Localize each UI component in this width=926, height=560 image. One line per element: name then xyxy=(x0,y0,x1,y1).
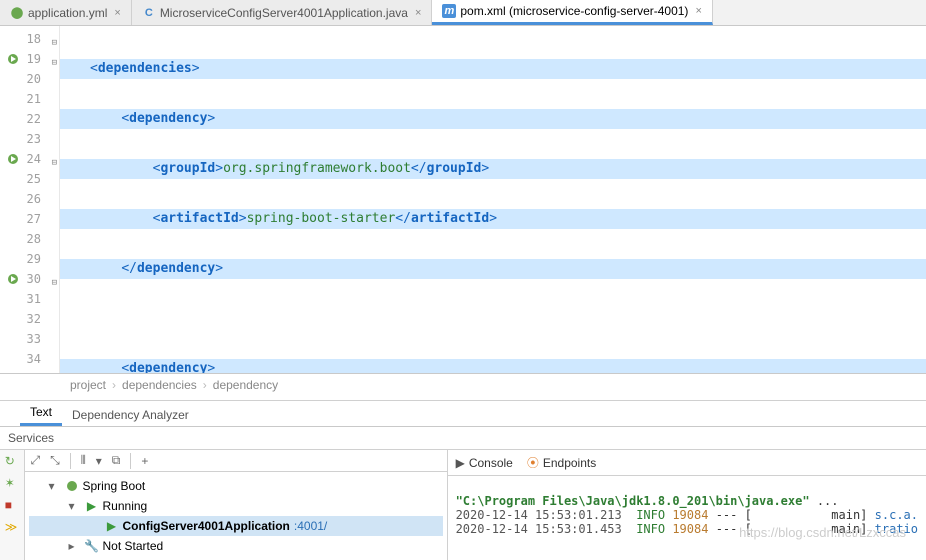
services-toolbar: ⤢ ⤡ ⫴ ▾ ⧉ + xyxy=(25,450,447,472)
endpoints-icon: ⦿ xyxy=(527,454,539,471)
tree-row-notstarted[interactable]: ▸ 🔧 Not Started xyxy=(29,536,443,556)
breadcrumb-item[interactable]: project xyxy=(70,378,106,392)
gutter: 18⊟ 19⊟ 20 21 22 23 24⊟ 25 26 27 28 29 3… xyxy=(0,26,60,373)
tab-endpoints[interactable]: ⦿ Endpoints xyxy=(527,454,596,471)
services-panel: Services ↻ ✶ ■ ≫ ⤢ ⤡ ⫴ ▾ ⧉ + ▾ xyxy=(0,427,926,560)
tab-application-yml[interactable]: ⬤ application.yml × xyxy=(0,0,132,25)
rerun-icon[interactable]: ↻ xyxy=(5,454,19,468)
gutter-line: 19⊟ xyxy=(0,49,59,69)
chevron-down-icon[interactable]: ▾ xyxy=(49,479,61,493)
close-icon[interactable]: × xyxy=(114,7,120,19)
gutter-line: 34 xyxy=(0,349,59,369)
breadcrumb-item[interactable]: dependencies xyxy=(122,378,197,392)
stop-icon[interactable]: ■ xyxy=(5,498,19,512)
spring-boot-icon xyxy=(65,480,79,492)
tree-row-app[interactable]: ▶ ConfigServer4001Application :4001/ xyxy=(29,516,443,536)
tab-console[interactable]: ▶ Console xyxy=(456,456,513,470)
breadcrumb[interactable]: project›dependencies›dependency xyxy=(0,374,926,401)
gutter-line: 18⊟ xyxy=(0,29,59,49)
editor-tabs-bar: ⬤ application.yml × C MicroserviceConfig… xyxy=(0,0,926,26)
gutter-line: 31 xyxy=(0,289,59,309)
tree-row-springboot[interactable]: ▾ Spring Boot xyxy=(29,476,443,496)
gutter-line: 29 xyxy=(0,249,59,269)
gutter-line: 32 xyxy=(0,309,59,329)
code-editor[interactable]: <dependencies> <dependency> <groupId>org… xyxy=(60,26,926,373)
port-link[interactable]: :4001/ xyxy=(294,519,327,533)
fold-icon[interactable]: ⊟ xyxy=(47,33,57,43)
tab-text[interactable]: Text xyxy=(20,401,62,426)
gutter-line: 33 xyxy=(0,329,59,349)
chevron-right-icon[interactable]: ▸ xyxy=(69,539,81,553)
services-tree-area: ⤢ ⤡ ⫴ ▾ ⧉ + ▾ Spring Boot ▾ ▶ Running xyxy=(25,450,448,560)
play-icon: ▶ xyxy=(105,519,119,533)
chevron-down-icon[interactable]: ▾ xyxy=(69,499,81,513)
gutter-line: 25 xyxy=(0,169,59,189)
expand-icon[interactable]: ⤢ xyxy=(31,453,41,468)
add-icon[interactable]: + xyxy=(141,454,148,468)
fold-icon[interactable]: ⊟ xyxy=(47,153,57,163)
editor-area: 18⊟ 19⊟ 20 21 22 23 24⊟ 25 26 27 28 29 3… xyxy=(0,26,926,374)
gutter-line: 20 xyxy=(0,69,59,89)
tab-label: application.yml xyxy=(28,6,107,20)
services-title: Services xyxy=(0,427,926,450)
gutter-line: 27 xyxy=(0,209,59,229)
filter-icon[interactable]: ▾ xyxy=(96,454,102,468)
play-icon: ▶ xyxy=(456,456,465,470)
tag-icon[interactable]: ⧉ xyxy=(112,453,121,468)
services-right-tabs: ▶ Console ⦿ Endpoints xyxy=(448,450,926,476)
java-class-icon: C xyxy=(142,6,156,20)
tab-label: pom.xml (microservice-config-server-4001… xyxy=(460,4,688,18)
tab-pom-xml[interactable]: m pom.xml (microservice-config-server-40… xyxy=(432,0,713,25)
more-icon[interactable]: ≫ xyxy=(5,520,19,534)
view-mode-icon[interactable]: ⫴ xyxy=(81,453,86,468)
tab-label: MicroserviceConfigServer4001Application.… xyxy=(160,6,408,20)
tree-row-running[interactable]: ▾ ▶ Running xyxy=(29,496,443,516)
maven-icon: m xyxy=(442,4,456,18)
close-icon[interactable]: × xyxy=(415,7,421,19)
gutter-line: 22 xyxy=(0,109,59,129)
services-side-toolbar: ↻ ✶ ■ ≫ xyxy=(0,450,25,560)
gutter-line: 21 xyxy=(0,89,59,109)
services-tree[interactable]: ▾ Spring Boot ▾ ▶ Running ▶ ConfigServer… xyxy=(25,472,447,560)
wrench-icon: 🔧 xyxy=(85,539,99,553)
run-gutter-icon[interactable] xyxy=(6,272,20,286)
run-config-icon[interactable]: ✶ xyxy=(5,476,19,490)
services-right: ▶ Console ⦿ Endpoints "C:\Program Files\… xyxy=(448,450,926,560)
gutter-line: 23 xyxy=(0,129,59,149)
gutter-line: 30⊟ xyxy=(0,269,59,289)
fold-icon[interactable]: ⊟ xyxy=(47,273,57,283)
collapse-icon[interactable]: ⤡ xyxy=(50,453,60,468)
tab-dependency-analyzer[interactable]: Dependency Analyzer xyxy=(62,404,199,426)
gutter-line: 28 xyxy=(0,229,59,249)
gutter-line: 24⊟ xyxy=(0,149,59,169)
run-gutter-icon[interactable] xyxy=(6,152,20,166)
yml-icon: ⬤ xyxy=(10,6,24,20)
fold-icon[interactable]: ⊟ xyxy=(47,53,57,63)
breadcrumb-item[interactable]: dependency xyxy=(213,378,278,392)
play-icon: ▶ xyxy=(85,499,99,513)
close-icon[interactable]: × xyxy=(695,5,701,17)
gutter-line: 26 xyxy=(0,189,59,209)
editor-bottom-tabs: Text Dependency Analyzer xyxy=(0,401,926,427)
tab-java-class[interactable]: C MicroserviceConfigServer4001Applicatio… xyxy=(132,0,433,25)
console-output[interactable]: "C:\Program Files\Java\jdk1.8.0_201\bin\… xyxy=(448,476,926,560)
run-gutter-icon[interactable] xyxy=(6,52,20,66)
